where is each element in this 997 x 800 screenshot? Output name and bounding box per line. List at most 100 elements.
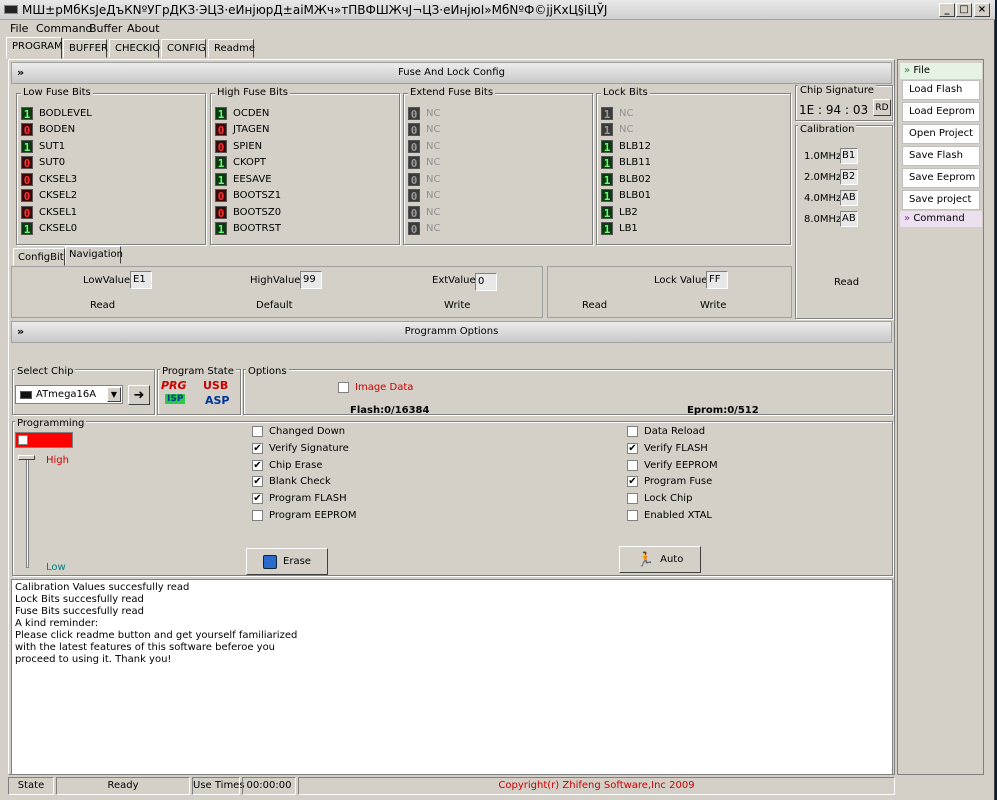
fuse-bit-toggle[interactable]: 0 bbox=[21, 123, 33, 137]
fuse-bit-row[interactable]: 0 NC bbox=[408, 138, 440, 154]
fuse-bit-row[interactable]: 0 CKSEL1 bbox=[21, 204, 77, 220]
lock-write-button[interactable]: Write bbox=[700, 300, 726, 311]
fuse-bit-toggle[interactable]: 1 bbox=[21, 139, 33, 154]
log-output[interactable]: Calibration Values succesfully read Lock… bbox=[11, 579, 893, 775]
menu-buffer[interactable]: Buffer bbox=[89, 22, 122, 35]
prog-options-header[interactable]: » Programm Options bbox=[11, 321, 892, 343]
option-checkbox[interactable]: Verify EEPROM bbox=[627, 459, 718, 471]
side-button-load-flash[interactable]: Load Flash bbox=[902, 80, 980, 100]
tab-readme[interactable]: Readme bbox=[208, 39, 255, 58]
fuse-bit-toggle[interactable]: 1 bbox=[21, 222, 33, 236]
fuse-bit-row[interactable]: 1 CKSEL0 bbox=[21, 221, 77, 237]
fuse-bit-row[interactable]: 1 SUT1 bbox=[21, 138, 65, 154]
side-file-header[interactable]: » File bbox=[900, 63, 982, 79]
fuse-bit-row[interactable]: 0 NC bbox=[408, 122, 440, 138]
fuse-bit-row[interactable]: 0 NC bbox=[408, 204, 440, 220]
fuse-bit-toggle[interactable]: 1 bbox=[601, 222, 613, 236]
fuse-bit-toggle[interactable]: 1 bbox=[601, 156, 613, 170]
fuse-bit-toggle[interactable]: 1 bbox=[215, 222, 227, 236]
fuse-bit-row[interactable]: 0 SPIEN bbox=[215, 138, 262, 154]
fuse-bit-toggle[interactable]: 0 bbox=[21, 156, 33, 170]
arrow-right-icon[interactable]: ➜ bbox=[128, 385, 150, 405]
fuse-bit-toggle[interactable]: 0 bbox=[408, 156, 420, 170]
option-checkbox[interactable]: Enabled XTAL bbox=[627, 510, 712, 521]
option-checkbox[interactable]: ✔ Program FLASH bbox=[252, 493, 347, 505]
fuse-bit-row[interactable]: 0 BOOTSZ1 bbox=[215, 188, 281, 204]
calibration-read-button[interactable]: Read bbox=[834, 277, 859, 288]
close-button[interactable]: × bbox=[974, 3, 990, 17]
option-checkbox[interactable]: Program EEPROM bbox=[252, 510, 357, 521]
fuse-bit-toggle[interactable]: 1 bbox=[21, 106, 33, 121]
chip-select[interactable]: ATmega16A ▼ bbox=[15, 385, 123, 404]
fuse-bit-toggle[interactable]: 0 bbox=[408, 123, 420, 137]
erase-button[interactable]: Erase bbox=[246, 548, 328, 575]
high-value-field[interactable]: 99 bbox=[300, 271, 322, 289]
fuse-bit-row[interactable]: 1 BLB11 bbox=[601, 155, 651, 171]
fuse-bit-toggle[interactable]: 1 bbox=[215, 156, 227, 170]
fuse-bit-toggle[interactable]: 0 bbox=[215, 139, 227, 154]
tab-configbit[interactable]: ConfigBit bbox=[13, 248, 65, 266]
fuse-bit-row[interactable]: 0 BODEN bbox=[21, 122, 75, 138]
lock-value-field[interactable]: FF bbox=[706, 271, 728, 289]
progress-checkbox[interactable] bbox=[18, 435, 28, 445]
fuse-bit-row[interactable]: 1 BLB12 bbox=[601, 138, 651, 154]
fuse-bit-toggle[interactable]: 0 bbox=[215, 205, 227, 220]
fuse-bit-toggle[interactable]: 0 bbox=[408, 172, 420, 187]
fuse-bit-row[interactable]: 0 NC bbox=[408, 221, 440, 237]
fuse-bit-toggle[interactable]: 1 bbox=[601, 123, 613, 137]
tab-navigation[interactable]: Navigation bbox=[65, 246, 123, 264]
read-signature-button[interactable]: RD bbox=[873, 99, 891, 116]
fuse-bit-toggle[interactable]: 0 bbox=[408, 222, 420, 236]
fuse-bit-row[interactable]: 0 NC bbox=[408, 105, 440, 121]
fuse-bit-row[interactable]: 1 BOOTRST bbox=[215, 221, 281, 237]
option-checkbox[interactable]: Changed Down bbox=[252, 426, 345, 437]
fuse-bit-row[interactable]: 1 NC bbox=[601, 105, 633, 121]
option-checkbox[interactable]: ✔ Chip Erase bbox=[252, 459, 323, 471]
fuse-bit-row[interactable]: 0 CKSEL2 bbox=[21, 188, 77, 204]
fuse-bit-row[interactable]: 1 CKOPT bbox=[215, 155, 266, 171]
option-checkbox[interactable]: ✔ Program Fuse bbox=[627, 476, 712, 488]
fuse-bit-row[interactable]: 0 SUT0 bbox=[21, 155, 65, 171]
fuse-bit-row[interactable]: 1 NC bbox=[601, 122, 633, 138]
fuse-section-header[interactable]: » Fuse And Lock Config bbox=[11, 62, 892, 84]
side-command-header[interactable]: » Command bbox=[900, 211, 982, 227]
fuse-bit-toggle[interactable]: 0 bbox=[215, 189, 227, 203]
fuse-bit-toggle[interactable]: 1 bbox=[601, 205, 613, 220]
fuse-write-button[interactable]: Write bbox=[444, 300, 470, 311]
fuse-read-button[interactable]: Read bbox=[90, 300, 115, 311]
auto-button[interactable]: 🏃 Auto bbox=[619, 546, 701, 573]
fuse-bit-toggle[interactable]: 0 bbox=[21, 172, 33, 187]
low-value-field[interactable]: E1 bbox=[130, 271, 152, 289]
fuse-bit-row[interactable]: 1 OCDEN bbox=[215, 105, 269, 121]
chevron-down-icon[interactable]: ▼ bbox=[107, 387, 121, 402]
option-checkbox[interactable]: ✔ Blank Check bbox=[252, 476, 331, 488]
side-button-save-eeprom[interactable]: Save Eeprom bbox=[902, 168, 980, 188]
fuse-default-button[interactable]: Default bbox=[256, 300, 293, 311]
lock-read-button[interactable]: Read bbox=[582, 300, 607, 311]
fuse-bit-row[interactable]: 1 EESAVE bbox=[215, 171, 272, 187]
fuse-bit-toggle[interactable]: 0 bbox=[21, 189, 33, 203]
fuse-bit-toggle[interactable]: 0 bbox=[408, 205, 420, 220]
fuse-bit-row[interactable]: 0 CKSEL3 bbox=[21, 171, 77, 187]
ext-value-field[interactable]: 0 bbox=[475, 273, 497, 291]
speed-slider-thumb[interactable] bbox=[18, 455, 35, 460]
side-button-save-project[interactable]: Save project bbox=[902, 190, 980, 210]
fuse-bit-row[interactable]: 0 NC bbox=[408, 171, 440, 187]
fuse-bit-row[interactable]: 1 BLB01 bbox=[601, 188, 651, 204]
fuse-bit-toggle[interactable]: 1 bbox=[601, 106, 613, 121]
fuse-bit-row[interactable]: 0 NC bbox=[408, 155, 440, 171]
fuse-bit-toggle[interactable]: 0 bbox=[408, 106, 420, 121]
tab-buffer[interactable]: BUFFER bbox=[63, 39, 108, 58]
fuse-bit-row[interactable]: 0 BOOTSZ0 bbox=[215, 204, 281, 220]
tab-config[interactable]: CONFIG bbox=[161, 39, 206, 58]
menu-file[interactable]: File bbox=[10, 22, 28, 35]
tab-program[interactable]: PROGRAM bbox=[6, 37, 63, 59]
fuse-bit-row[interactable]: 0 NC bbox=[408, 188, 440, 204]
menu-about[interactable]: About bbox=[127, 22, 160, 35]
option-checkbox[interactable]: Data Reload bbox=[627, 426, 705, 437]
side-button-save-flash[interactable]: Save Flash bbox=[902, 146, 980, 166]
fuse-bit-toggle[interactable]: 1 bbox=[215, 106, 227, 121]
fuse-bit-row[interactable]: 1 BODLEVEL bbox=[21, 105, 92, 121]
fuse-bit-toggle[interactable]: 1 bbox=[601, 172, 613, 187]
fuse-bit-toggle[interactable]: 0 bbox=[408, 139, 420, 154]
